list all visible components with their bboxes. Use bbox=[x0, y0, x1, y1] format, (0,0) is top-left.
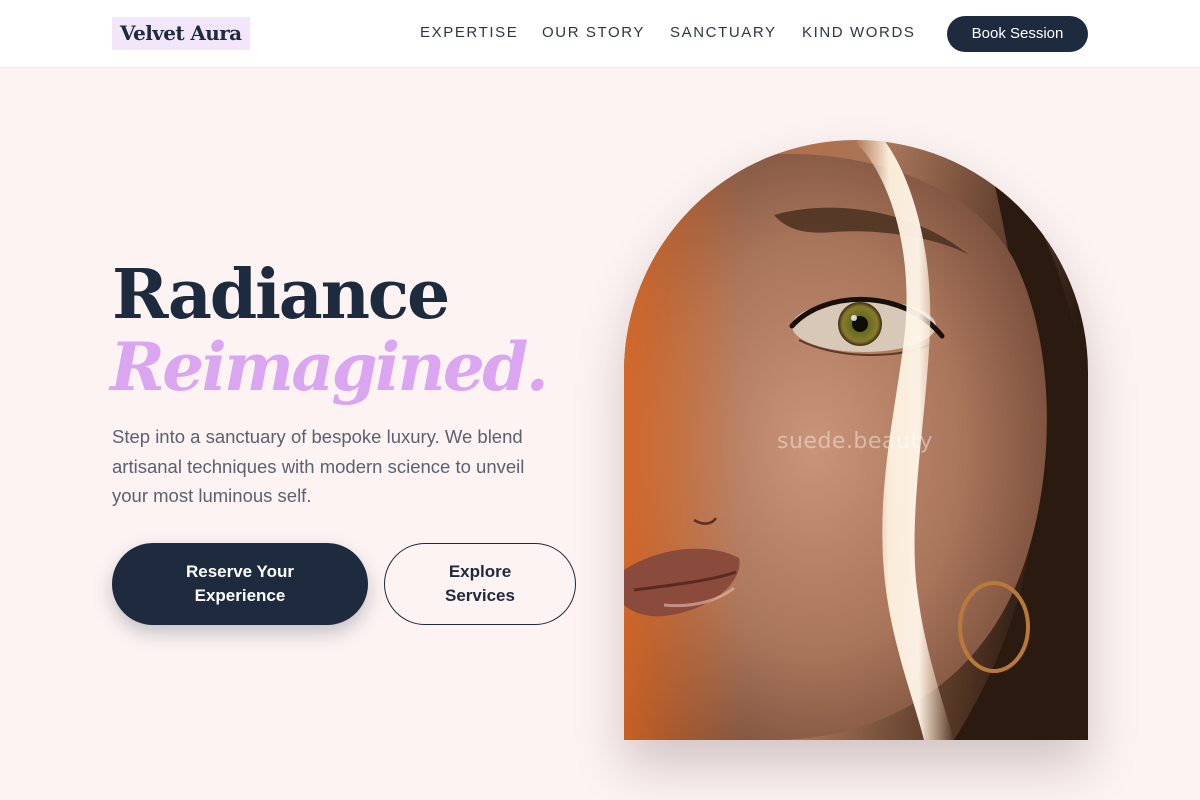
image-watermark: suede.beauty bbox=[777, 429, 934, 454]
hero-description: Step into a sanctuary of bespoke luxury.… bbox=[112, 426, 525, 506]
site-header: Velvet Aura EXPERTISE OUR STORY SANCTUAR… bbox=[0, 0, 1200, 68]
explore-services-label: Explore Services bbox=[445, 562, 515, 605]
nav-link-sanctuary[interactable]: SANCTUARY bbox=[670, 24, 777, 41]
book-session-button[interactable]: Book Session bbox=[947, 16, 1088, 52]
nav-link-kind-words[interactable]: KIND WORDS bbox=[802, 24, 916, 41]
hero-title-line2: Reimagined. bbox=[110, 328, 549, 406]
reserve-experience-button[interactable]: Reserve Your Experience bbox=[112, 543, 368, 625]
explore-services-button[interactable]: Explore Services bbox=[384, 543, 576, 625]
brand-logo[interactable]: Velvet Aura bbox=[112, 17, 250, 50]
nav-link-expertise[interactable]: EXPERTISE bbox=[420, 24, 518, 41]
nav-link-our-story[interactable]: OUR STORY bbox=[542, 24, 645, 41]
reserve-experience-label: Reserve Your Experience bbox=[185, 562, 295, 605]
